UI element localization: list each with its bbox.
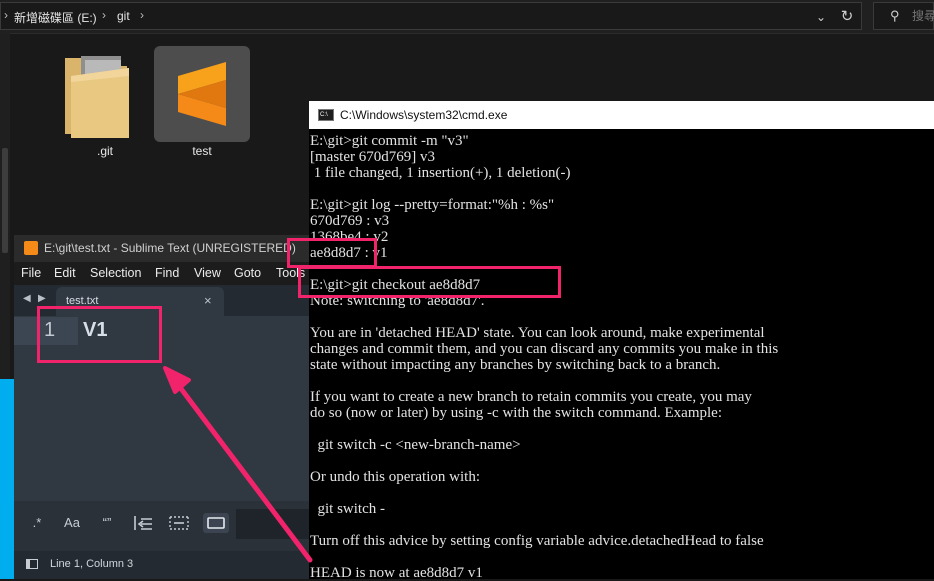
tab-prev-icon[interactable]: ◀ (23, 293, 31, 304)
scrollbar-thumb[interactable] (2, 148, 8, 253)
console-line: E:\git>git commit -m "v3" (310, 133, 469, 149)
console-line: Turn off this advice by setting config v… (310, 533, 764, 549)
sublime-window[interactable]: E:\git\test.txt - Sublime Text (UNREGIST… (14, 235, 310, 579)
sublime-titlebar[interactable]: E:\git\test.txt - Sublime Text (UNREGIST… (14, 235, 310, 262)
console-line: git switch - (310, 501, 386, 517)
chevron-right-icon[interactable]: › (102, 8, 106, 22)
annotation-box-commit-hash (287, 238, 377, 268)
console-line: 670d769 : v3 (310, 213, 390, 229)
case-sensitive-toggle[interactable]: Aa (60, 512, 84, 534)
cmd-console[interactable]: E:\git>git commit -m "v3" [master 670d769… (310, 133, 934, 581)
cmd-window-title: C:\Windows\system32\cmd.exe (340, 108, 508, 122)
console-line: do so (now or later) by using -c with th… (310, 405, 722, 421)
menu-file[interactable]: File (21, 266, 41, 280)
chevron-down-icon[interactable]: ⌄ (811, 7, 831, 27)
annotation-box-editor-v1 (37, 306, 162, 363)
close-icon[interactable]: × (204, 293, 212, 308)
refresh-icon[interactable]: ↻ (837, 7, 857, 27)
breadcrumb-folder-git[interactable]: git (117, 9, 130, 23)
console-line: [master 670d769] v3 (310, 149, 435, 165)
panel-toggle-icon[interactable] (26, 559, 38, 569)
search-input[interactable] (912, 6, 934, 26)
folder-icon (65, 56, 129, 138)
menu-selection[interactable]: Selection (90, 266, 141, 280)
wrap-icon[interactable] (132, 514, 156, 532)
file-item-test[interactable]: test (154, 46, 250, 160)
find-panel: .* Aa “” (14, 501, 310, 551)
desktop-background (0, 379, 14, 579)
whole-word-toggle[interactable]: “” (94, 512, 120, 534)
sublime-logo-icon (24, 241, 38, 255)
window-title: E:\git\test.txt - Sublime Text (UNREGIST… (44, 241, 296, 255)
console-line: E:\git>git log --pretty=format:"%h : %s" (310, 197, 555, 213)
console-line: 1 file changed, 1 insertion(+), 1 deleti… (310, 165, 571, 181)
search-box[interactable]: ⚲ (873, 2, 934, 30)
folder-item-git[interactable]: .git (57, 46, 153, 160)
console-line: If you want to create a new branch to re… (310, 389, 752, 405)
menu-goto[interactable]: Goto (234, 266, 261, 280)
breadcrumb-drive[interactable]: 新增磁碟區 (E:) (14, 9, 97, 26)
menu-view[interactable]: View (194, 266, 221, 280)
chevron-right-icon[interactable]: › (4, 8, 8, 22)
cursor-position: Line 1, Column 3 (50, 558, 134, 570)
cmd-icon: C:\ (318, 109, 334, 121)
sublime-text-icon (178, 62, 226, 126)
explorer-scrollbar[interactable] (0, 33, 10, 379)
chevron-right-icon[interactable]: › (140, 8, 144, 22)
cmd-titlebar[interactable]: C:\ C:\Windows\system32\cmd.exe (309, 101, 934, 129)
address-bar[interactable]: › 新增磁碟區 (E:) › git › ⌄ ↻ (0, 2, 862, 30)
menu-find[interactable]: Find (155, 266, 179, 280)
search-icon: ⚲ (890, 8, 900, 23)
menu-edit[interactable]: Edit (54, 266, 76, 280)
find-input[interactable] (236, 509, 310, 539)
menu-bar: File Edit Selection Find View Goto Tools (14, 262, 310, 285)
console-line: Or undo this operation with: (310, 469, 480, 485)
console-line: changes and commit them, and you can dis… (310, 341, 779, 357)
annotation-box-checkout-command (298, 266, 561, 298)
item-label: test (192, 144, 212, 158)
cmd-window[interactable]: C:\ C:\Windows\system32\cmd.exe E:\git>g… (309, 101, 934, 581)
console-line: You are in 'detached HEAD' state. You ca… (310, 325, 765, 341)
tab-next-icon[interactable]: ▶ (38, 293, 46, 304)
in-selection-icon[interactable] (168, 514, 190, 532)
highlight-matches-icon[interactable] (202, 512, 230, 534)
explorer-toolbar: › 新增磁碟區 (E:) › git › ⌄ ↻ ⚲ (0, 0, 934, 34)
item-label: .git (96, 144, 113, 158)
console-line: git switch -c <new-branch-name> (310, 437, 521, 453)
status-bar: Line 1, Column 3 (14, 551, 310, 579)
console-line: state without impacting any branches by … (310, 357, 721, 373)
regex-toggle[interactable]: .* (26, 512, 48, 534)
